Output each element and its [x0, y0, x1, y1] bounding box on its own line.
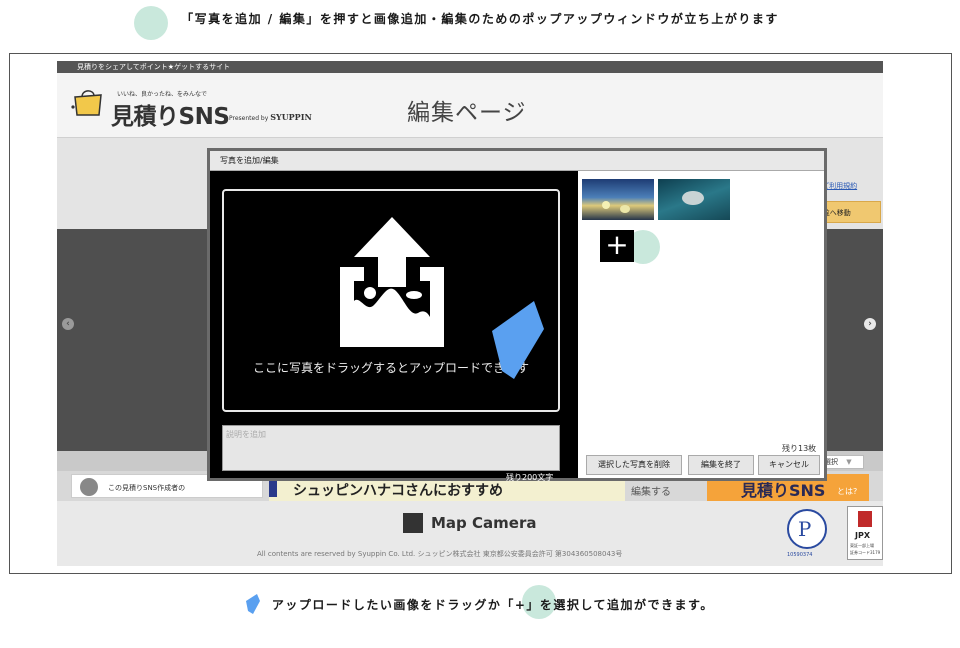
- privacy-mark-icon: P: [787, 509, 827, 549]
- drag-pointer-icon: [492, 301, 544, 379]
- privacy-number: 10590374: [787, 552, 813, 558]
- top-caption-text: 「写真を追加 / 編集」を押すと画像追加・編集のためのポップアップウィンドウが立…: [181, 12, 779, 26]
- site-topbar: 見積りをシェアしてポイント★ゲットするサイト: [57, 61, 883, 73]
- mapcamera-mark-icon: [403, 513, 423, 533]
- logo-company: SYUPPIN: [270, 112, 312, 122]
- shopping-bag-icon: [71, 90, 102, 116]
- logo-presented-label: Presented by: [229, 115, 269, 122]
- logo-presented: Presented by SYUPPIN: [229, 112, 312, 122]
- upload-image-icon: [340, 217, 444, 347]
- top-caption: 「写真を追加 / 編集」を押すと画像追加・編集のためのポップアップウィンドウが立…: [0, 6, 960, 40]
- website: 見積りをシェアしてポイント★ゲットするサイト いいね、良かったね、をみんなで 見…: [57, 61, 883, 566]
- banner-accent: [269, 481, 277, 497]
- delete-selected-button[interactable]: 選択した写真を削除: [586, 455, 682, 475]
- slider-prev-button[interactable]: ‹: [62, 318, 74, 330]
- privacy-mark-glyph: P: [798, 518, 811, 541]
- add-photo-button[interactable]: +: [600, 230, 634, 262]
- jpx-badge: JPX 東証一部上場 証券コード3179: [847, 506, 883, 560]
- recommend-banner-text: シュッピンハナコさんにおすすめ: [293, 483, 503, 499]
- page-title: 編集ページ: [407, 100, 527, 126]
- modal-thumbnail-panel: + 残り13枚 選択した写真を削除 編集を終了 キャンセル: [578, 171, 824, 478]
- photos-remaining: 残り13枚: [782, 444, 817, 453]
- slider-next-button[interactable]: ›: [864, 318, 876, 330]
- photo-thumbnail[interactable]: [658, 179, 730, 220]
- modal-title: 写真を追加/編集: [210, 151, 824, 171]
- jpx-mark-icon: [858, 511, 872, 527]
- drag-pointer-icon: [246, 594, 261, 614]
- thumbnail-flower: [602, 201, 610, 209]
- photo-description-input[interactable]: 説明を追加: [222, 425, 560, 471]
- cancel-button[interactable]: キャンセル: [758, 455, 820, 475]
- thumbnail-seal: [682, 191, 704, 205]
- chevron-down-icon: ▼: [846, 458, 852, 466]
- svg-text:P: P: [798, 518, 811, 541]
- highlight-circle: [134, 6, 168, 40]
- site-logo[interactable]: 見積りSNS: [111, 97, 230, 131]
- mapcamera-brand: Map Camera: [431, 514, 537, 532]
- bottom-caption: アップロードしたい画像をドラッグか「+」を選択して追加ができます。: [0, 585, 960, 619]
- jpx-sub2: 証券コード3179: [850, 550, 881, 555]
- thumbnail-flower: [620, 205, 630, 213]
- sns-about-banner-suffix: とは?: [837, 487, 858, 496]
- recommend-banner[interactable]: シュッピンハナコさんにおすすめ: [269, 479, 625, 501]
- jpx-sub1: 東証一部上場: [850, 543, 874, 548]
- bottom-caption-text: アップロードしたい画像をドラッグか「+」を選択して追加ができます。: [271, 598, 714, 612]
- site-header: いいね、良かったね、をみんなで 見積りSNS Presented by SYUP…: [57, 73, 883, 138]
- finish-edit-button[interactable]: 編集を終了: [688, 455, 754, 475]
- site-footer: Map Camera All contents are reserved by …: [57, 501, 883, 566]
- footer-copyright: All contents are reserved by Syuppin Co.…: [257, 550, 623, 558]
- creator-card-text: この見積りSNS作成者の: [108, 484, 186, 492]
- edit-link[interactable]: 編集する: [631, 483, 671, 498]
- char-remaining: 残り200文字: [506, 473, 554, 482]
- photo-thumbnail[interactable]: [582, 179, 654, 220]
- jpx-label: JPX: [855, 531, 871, 540]
- screenshot-frame: 見積りをシェアしてポイント★ゲットするサイト いいね、良かったね、をみんなで 見…: [9, 53, 952, 574]
- avatar: [80, 478, 98, 496]
